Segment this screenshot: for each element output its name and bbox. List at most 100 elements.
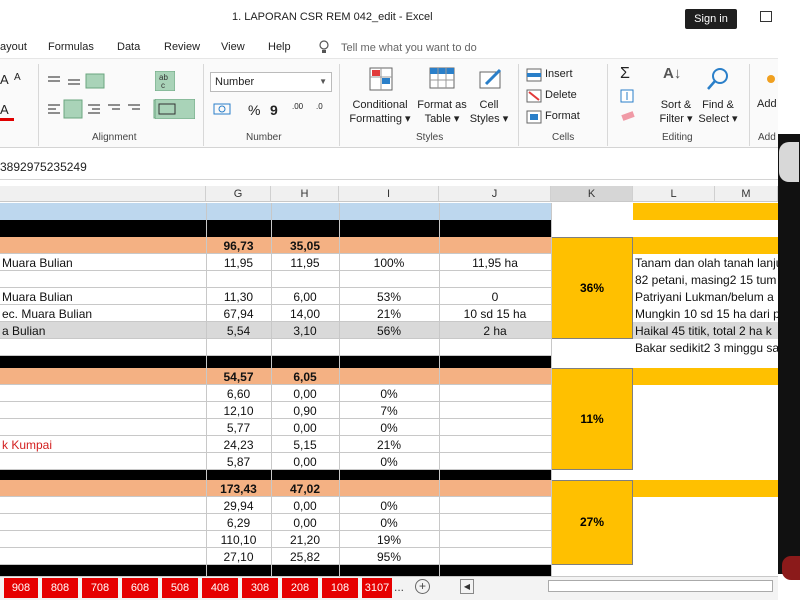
sheet-tab[interactable]: 508 [162,578,198,598]
formula-value[interactable]: 3892975235249 [0,160,87,174]
autosum-icon[interactable]: Σ [620,65,630,83]
increase-decimal-button[interactable]: .00 [292,102,303,111]
cell-l[interactable]: 82 petani, masing2 15 tum [635,272,778,288]
format-as-table-label-2[interactable]: Table ▾ [413,112,471,126]
addins-button[interactable]: Add [757,98,777,110]
cell-i[interactable]: 0% [339,454,439,470]
cell-h[interactable]: 0,90 [271,403,339,419]
cell-h[interactable]: 0,00 [271,515,339,531]
cell-g[interactable]: 6,29 [206,515,271,531]
delete-icon[interactable] [526,89,542,103]
cell-h[interactable]: 0,00 [271,386,339,402]
menu-page-layout[interactable]: ayout [0,41,27,53]
cell-h[interactable]: 0,00 [271,498,339,514]
menu-review[interactable]: Review [164,41,200,53]
cell-i[interactable]: 100% [339,255,439,271]
restore-window-icon[interactable] [760,11,772,22]
k-percent-cell[interactable]: 27% [551,480,633,565]
find-select-label-2[interactable]: Select ▾ [698,112,738,126]
cell-h[interactable]: 25,82 [271,549,339,565]
cell-i[interactable]: 0% [339,498,439,514]
cell-g[interactable]: 12,10 [206,403,271,419]
font-color-label[interactable]: A [0,102,9,117]
cell-g[interactable]: 11,95 [206,255,271,271]
cell-i[interactable]: 56% [339,323,439,339]
percent-style-button[interactable]: % [248,102,260,118]
formula-bar[interactable] [0,150,778,180]
cell-g[interactable]: 5,54 [206,323,271,339]
k-percent-cell[interactable]: 36% [551,237,633,339]
cell-i[interactable]: 0% [339,386,439,402]
column-header-k[interactable]: K [551,186,633,202]
insert-icon[interactable] [526,68,542,82]
sheet-tab[interactable]: 708 [82,578,118,598]
cell-j[interactable]: 10 sd 15 ha [439,306,551,322]
cell-styles-label-1[interactable]: Cell [466,98,512,112]
cell-g[interactable]: 24,23 [206,437,271,453]
sheet-tab[interactable]: 3107 [362,578,392,598]
cell-g[interactable]: 173,43 [206,481,271,497]
format-as-table-label-1[interactable]: Format as [413,98,471,112]
cell-h[interactable]: 5,15 [271,437,339,453]
cell-f[interactable]: ec. Muara Bulian [2,306,206,322]
sort-filter-icon[interactable]: A↓ [663,65,681,82]
cell-h[interactable]: 21,20 [271,532,339,548]
horizontal-scrollbar[interactable] [548,580,773,592]
cell-i[interactable]: 53% [339,289,439,305]
column-header-i[interactable]: I [339,186,439,202]
insert-button[interactable]: Insert [545,68,573,80]
cell-i[interactable]: 21% [339,437,439,453]
accounting-format-icon[interactable] [212,100,242,118]
cell-i[interactable]: 0% [339,420,439,436]
format-as-table-icon[interactable] [428,66,456,92]
cell-f[interactable]: k Kumpai [2,437,206,453]
cell-g[interactable]: 96,73 [206,238,271,254]
side-panel-tab[interactable] [779,142,799,182]
alignment-icons[interactable] [46,72,162,122]
cell-h[interactable]: 11,95 [271,255,339,271]
cell-l[interactable]: Bakar sedikit2 3 minggu sa [635,340,778,356]
cell-h[interactable]: 3,10 [271,323,339,339]
sheet-tab[interactable]: 208 [282,578,318,598]
cell-g[interactable]: 29,94 [206,498,271,514]
column-header-f[interactable] [0,186,206,202]
conditional-formatting-label-1[interactable]: Conditional [347,98,413,112]
cell-f[interactable]: Muara Bulian [2,255,206,271]
search-icon[interactable] [706,67,730,91]
cell-f[interactable]: a Bulian [2,323,206,339]
add-sheet-button[interactable]: + [415,579,430,594]
sheet-tab[interactable]: 808 [42,578,78,598]
sheet-tab[interactable]: 608 [122,578,158,598]
tab-overflow-indicator[interactable]: ... [394,580,404,594]
column-header-h[interactable]: H [271,186,339,202]
wrap-text-icon[interactable]: abc [155,71,175,91]
column-header-m[interactable]: M [715,186,778,202]
cell-l[interactable]: Haikal 45 titik, total 2 ha k [635,323,778,339]
decrease-decimal-button[interactable]: .0 [316,102,323,111]
fill-icon[interactable] [620,89,634,103]
cell-i[interactable]: 21% [339,306,439,322]
cell-h[interactable]: 35,05 [271,238,339,254]
font-shrink-label[interactable]: A [14,72,21,83]
comma-style-button[interactable]: 9 [270,102,278,118]
find-select-label-1[interactable]: Find & [698,98,738,112]
cell-g[interactable]: 27,10 [206,549,271,565]
column-header-g[interactable]: G [206,186,271,202]
column-header-l[interactable]: L [633,186,715,202]
cell-g[interactable]: 67,94 [206,306,271,322]
menu-view[interactable]: View [221,41,245,53]
delete-button[interactable]: Delete [545,89,577,101]
sort-filter-label-2[interactable]: Filter ▾ [654,112,698,126]
font-grow-label[interactable]: A [0,72,9,87]
sheet-tab[interactable]: 108 [322,578,358,598]
cell-g[interactable]: 5,77 [206,420,271,436]
cell-i[interactable]: 7% [339,403,439,419]
cell-i[interactable]: 95% [339,549,439,565]
cell-styles-label-2[interactable]: Styles ▾ [466,112,512,126]
conditional-formatting-label-2[interactable]: Formatting ▾ [347,112,413,126]
cell-f[interactable]: Muara Bulian [2,289,206,305]
cell-i[interactable]: 19% [339,532,439,548]
cell-j[interactable]: 11,95 ha [439,255,551,271]
k-percent-cell[interactable]: 11% [551,368,633,470]
menu-help[interactable]: Help [268,41,291,53]
